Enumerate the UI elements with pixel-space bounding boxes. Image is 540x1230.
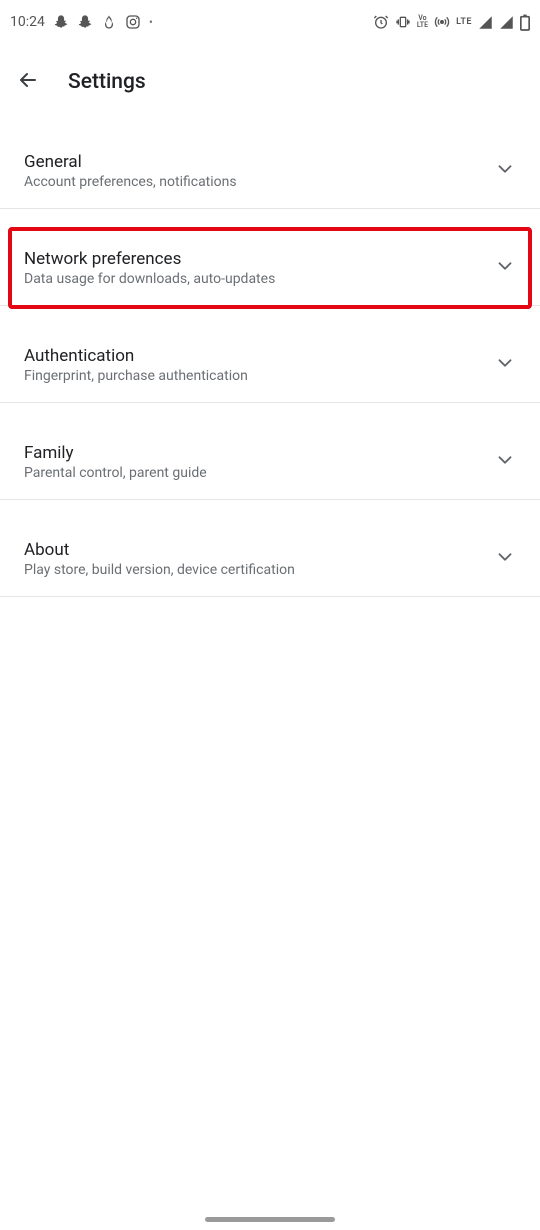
chevron-down-icon — [494, 158, 516, 184]
row-title: Family — [24, 443, 482, 463]
chevron-down-icon — [494, 546, 516, 572]
battery-icon — [520, 14, 530, 31]
status-left: 10:24 • — [10, 14, 153, 30]
settings-row-authentication[interactable]: Authentication Fingerprint, purchase aut… — [0, 328, 540, 403]
more-dot-icon: • — [149, 15, 153, 29]
chevron-down-icon — [494, 449, 516, 475]
status-time: 10:24 — [10, 14, 45, 30]
vibrate-icon — [395, 14, 411, 30]
snapchat-icon-2 — [77, 14, 93, 30]
settings-row-network[interactable]: Network preferences Data usage for downl… — [0, 231, 540, 306]
app-header: Settings — [0, 54, 540, 110]
back-icon[interactable] — [16, 68, 40, 96]
lte-indicator: LTE — [456, 17, 472, 27]
row-subtitle: Account preferences, notifications — [24, 174, 482, 190]
settings-row-family[interactable]: Family Parental control, parent guide — [0, 425, 540, 500]
row-subtitle: Play store, build version, device certif… — [24, 562, 482, 578]
volte-indicator: Vo LTE — [417, 15, 428, 29]
row-subtitle: Parental control, parent guide — [24, 465, 482, 481]
chevron-down-icon — [494, 352, 516, 378]
status-right: Vo LTE LTE — [373, 14, 530, 31]
flame-icon — [101, 14, 117, 30]
row-title: General — [24, 152, 482, 172]
row-subtitle: Data usage for downloads, auto-updates — [24, 271, 482, 287]
snapchat-icon — [53, 14, 69, 30]
row-title: Network preferences — [24, 249, 482, 269]
gesture-bar[interactable] — [205, 1217, 335, 1222]
signal-icon-1 — [478, 15, 493, 30]
status-bar: 10:24 • Vo LTE LTE — [0, 0, 540, 44]
settings-row-general[interactable]: General Account preferences, notificatio… — [0, 134, 540, 209]
signal-icon-2 — [499, 15, 514, 30]
hotspot-icon — [434, 14, 450, 30]
row-subtitle: Fingerprint, purchase authentication — [24, 368, 482, 384]
alarm-icon — [373, 14, 389, 30]
row-title: Authentication — [24, 346, 482, 366]
page-title: Settings — [68, 70, 146, 94]
row-title: About — [24, 540, 482, 560]
chevron-down-icon — [494, 255, 516, 281]
settings-list: General Account preferences, notificatio… — [0, 134, 540, 597]
instagram-icon — [125, 14, 141, 30]
settings-row-about[interactable]: About Play store, build version, device … — [0, 522, 540, 597]
